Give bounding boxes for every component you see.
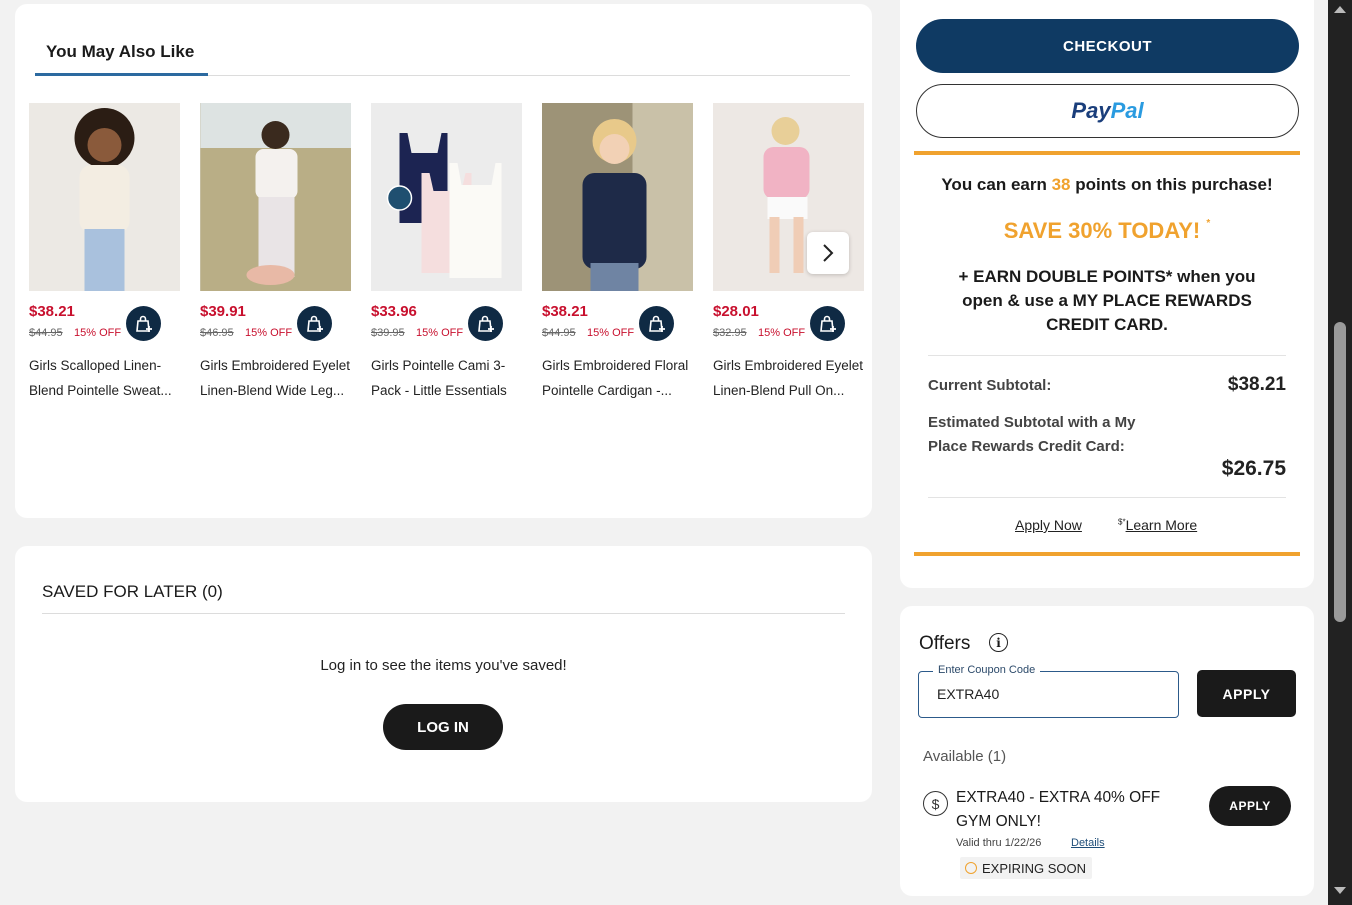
available-offers-label: Available (1) [923,748,1007,765]
product-price: $33.96 [371,303,417,320]
offer-details-link[interactable]: Details [1071,837,1105,849]
earn-points-message: You can earn 38 points on this purchase! [900,175,1314,195]
apply-offer-button[interactable]: APPLY [1209,786,1291,826]
divider [928,355,1286,356]
earn-suffix: points on this purchase! [1070,175,1273,194]
product-original-price: $32.95 [713,327,747,339]
add-to-bag-icon[interactable] [297,306,332,341]
clock-icon [965,862,977,874]
product-name[interactable]: Girls Embroidered Eyelet Linen-Blend Wid… [200,353,360,403]
product-price: $38.21 [542,303,588,320]
product-name[interactable]: Girls Scalloped Linen-Blend Pointelle Sw… [29,353,189,403]
save-today-text: SAVE 30% TODAY! [1003,218,1201,243]
product-photo [386,133,501,278]
product-price: $39.91 [200,303,246,320]
apply-now-link[interactable]: Apply Now [1015,517,1082,533]
scroll-up-arrow-icon[interactable] [1334,6,1346,13]
paypal-logo-pay: Pay [1071,98,1111,123]
rewards-border-bottom [914,552,1300,556]
add-to-bag-icon[interactable] [126,306,161,341]
checkout-panel: CHECKOUT Pay Pal You can earn 38 points o… [900,0,1314,588]
add-to-bag-icon[interactable] [468,306,503,341]
offer-valid-thru: Valid thru 1/22/26 [956,837,1042,849]
saved-for-later-message: Log in to see the items you've saved! [320,657,567,674]
product-discount: 15% OFF [587,327,635,339]
offers-title: Offers [919,633,971,654]
learn-more-link[interactable]: $*Learn More [1118,517,1197,533]
learn-more-text[interactable]: Learn More [1126,517,1198,533]
login-button[interactable]: LOG IN [383,704,503,750]
product-price: $38.21 [29,303,75,320]
product-name[interactable]: Girls Pointelle Cami 3-Pack - Little Ess… [371,353,531,403]
product-photo [582,103,693,291]
product-image[interactable] [29,103,180,291]
ymal-title[interactable]: You May Also Like [46,42,194,62]
divider [928,497,1286,498]
product-photo [200,103,351,291]
product-original-price: $44.95 [542,327,576,339]
paypal-logo-pal: Pal [1110,98,1144,123]
current-subtotal-label: Current Subtotal: [928,377,1052,394]
current-subtotal-value: $38.21 [1227,374,1286,395]
double-points-message: + EARN DOUBLE POINTS* when you open & us… [958,267,1256,334]
divider [42,613,845,614]
coupon-input[interactable] [937,686,1167,702]
save-today-asterisk: * [1206,218,1211,229]
save-today-banner: SAVE 30% TODAY! * [900,218,1314,244]
scroll-down-arrow-icon[interactable] [1334,887,1346,894]
you-may-also-like-panel: You May Also Like $38.21 $44.95 15% OFF … [15,4,872,518]
product-original-price: $44.95 [29,327,63,339]
product-carousel: $38.21 $44.95 15% OFF Girls Scalloped Li… [29,103,869,403]
saved-for-later-panel: SAVED FOR LATER (0) Log in to see the it… [15,546,872,802]
ymal-tab-indicator [35,73,208,76]
checkout-button[interactable]: CHECKOUT [916,19,1299,73]
product-discount: 15% OFF [416,327,464,339]
product-discount: 15% OFF [74,327,122,339]
product-image[interactable] [542,103,693,291]
product-card[interactable]: $39.91 $46.95 15% OFF Girls Embroidered … [200,103,352,398]
product-name[interactable]: Girls Embroidered Floral Pointelle Cardi… [542,353,702,403]
earn-points-value: 38 [1051,175,1071,194]
coupon-field-label: Enter Coupon Code [933,664,1041,676]
rewards-border-top [914,151,1300,155]
page-scrollbar[interactable] [1328,0,1352,905]
carousel-next-button[interactable] [807,232,849,274]
product-price: $28.01 [713,303,759,320]
scrollbar-thumb[interactable] [1334,322,1346,622]
add-to-bag-icon[interactable] [639,306,674,341]
product-original-price: $39.95 [371,327,405,339]
add-to-bag-icon[interactable] [810,306,845,341]
product-discount: 15% OFF [758,327,806,339]
product-name[interactable]: Girls Embroidered Eyelet Linen-Blend Pul… [713,353,869,403]
expiring-soon-badge: EXPIRING SOON [960,857,1093,879]
earn-prefix: You can earn [941,175,1052,194]
paypal-button[interactable]: Pay Pal [916,84,1299,138]
learn-more-mark: $* [1118,517,1126,527]
dollar-icon: $ [923,791,948,816]
product-photo [74,108,134,291]
product-card[interactable]: $38.21 $44.95 15% OFF Girls Scalloped Li… [29,103,181,398]
product-image[interactable] [371,103,522,291]
estimated-subtotal-value: $26.75 [1221,457,1286,480]
coupon-field[interactable]: Enter Coupon Code [918,664,1179,718]
product-original-price: $46.95 [200,327,234,339]
apply-coupon-button[interactable]: APPLY [1197,670,1296,717]
product-card[interactable]: $38.21 $44.95 15% OFF Girls Embroidered … [542,103,694,398]
product-card[interactable]: $33.96 $39.95 15% OFF Girls Pointelle Ca… [371,103,523,398]
product-image[interactable] [200,103,351,291]
info-icon[interactable]: i [989,633,1008,652]
product-discount: 15% OFF [245,327,293,339]
saved-for-later-title: SAVED FOR LATER (0) [42,582,223,601]
offer-name: EXTRA40 - EXTRA 40% OFF GYM ONLY! [956,789,1161,830]
expiring-soon-text: EXPIRING SOON [982,860,1087,876]
chevron-right-icon [823,244,834,262]
offers-panel: Offers i Enter Coupon Code APPLY Availab… [900,606,1314,896]
estimated-subtotal-label: Estimated Subtotal with a My Place Rewar… [928,414,1136,455]
